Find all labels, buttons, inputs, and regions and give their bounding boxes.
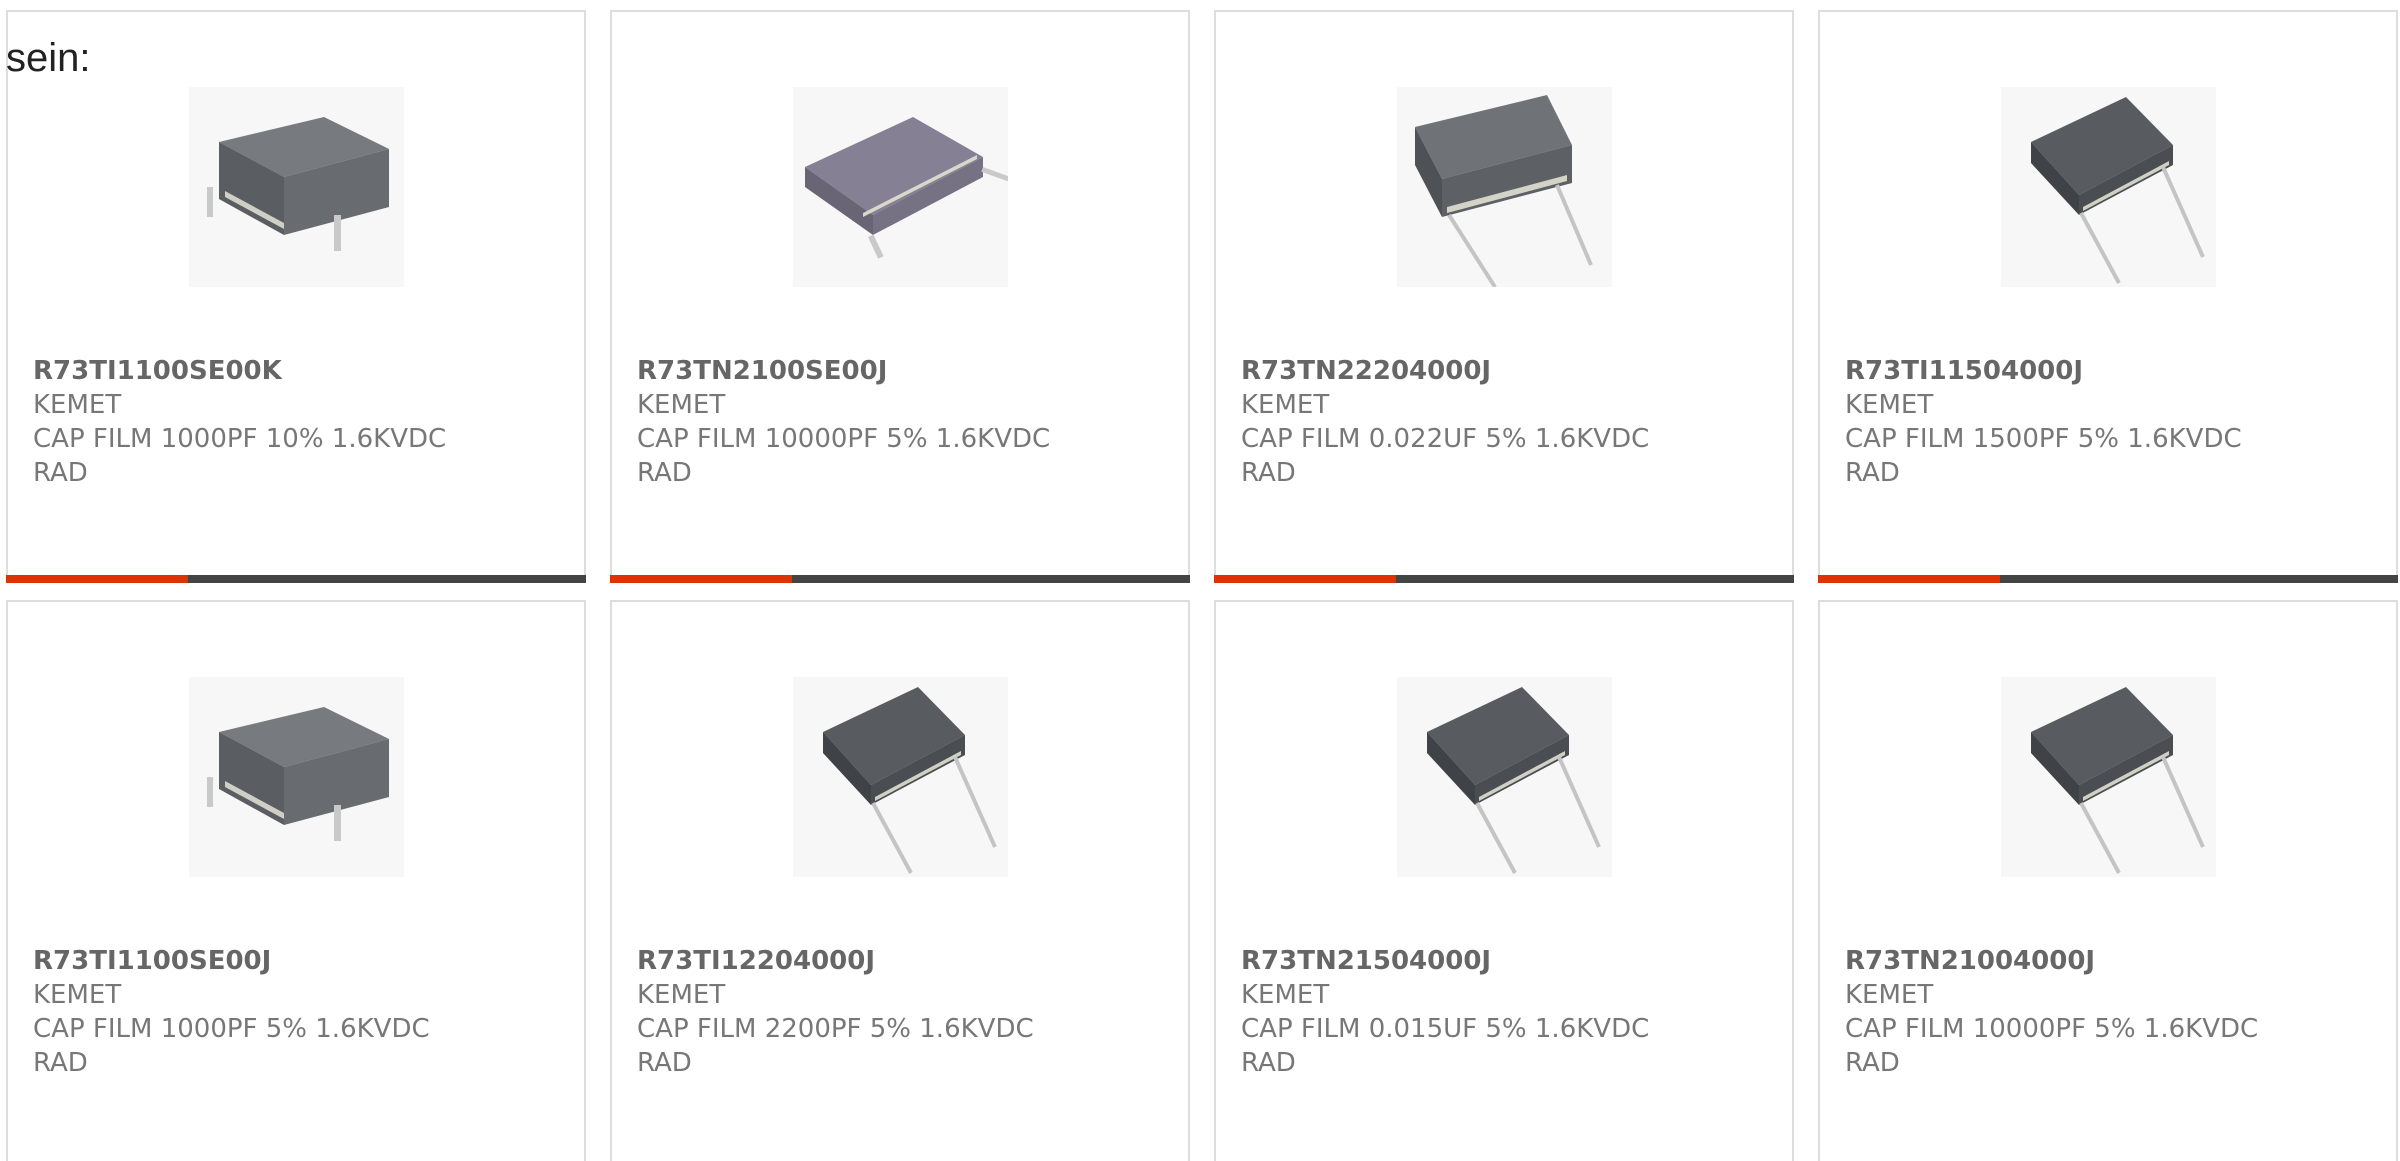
description-line-1: CAP FILM 0.022UF 5% 1.6KVDC xyxy=(1241,424,1650,454)
product-info: R73TN21504000J KEMET CAP FILM 0.015UF 5%… xyxy=(1241,944,1761,1080)
product-image[interactable] xyxy=(2001,87,2216,287)
part-number[interactable]: R73TI1100SE00J xyxy=(33,944,553,978)
film-capacitor-flat-icon xyxy=(793,87,1008,287)
product-info: R73TN22204000J KEMET CAP FILM 0.022UF 5%… xyxy=(1241,354,1761,490)
description-line-2: RAD xyxy=(33,1048,88,1078)
product-info: R73TI11504000J KEMET CAP FILM 1500PF 5% … xyxy=(1845,354,2365,490)
product-image[interactable] xyxy=(189,87,404,287)
film-capacitor-long-leads-icon xyxy=(1397,87,1612,287)
product-grid: R73TI1100SE00K KEMET CAP FILM 1000PF 10%… xyxy=(6,10,2398,1161)
description-line-2: RAD xyxy=(1845,458,1900,488)
product-card[interactable]: R73TN22204000J KEMET CAP FILM 0.022UF 5%… xyxy=(1214,10,1794,583)
part-number[interactable]: R73TI1100SE00K xyxy=(33,354,553,388)
description-line-1: CAP FILM 1000PF 5% 1.6KVDC xyxy=(33,1014,430,1044)
manufacturer: KEMET xyxy=(1241,390,1330,420)
manufacturer: KEMET xyxy=(33,980,122,1010)
manufacturer: KEMET xyxy=(637,390,726,420)
manufacturer: KEMET xyxy=(1241,980,1330,1010)
manufacturer: KEMET xyxy=(637,980,726,1010)
product-image[interactable] xyxy=(1397,677,1612,877)
card-bottom-bar xyxy=(1214,575,1794,583)
product-info: R73TI1100SE00K KEMET CAP FILM 1000PF 10%… xyxy=(33,354,553,490)
film-capacitor-long-leads-icon xyxy=(1397,677,1612,877)
film-capacitor-short-leads-icon xyxy=(189,87,404,287)
product-info: R73TN2100SE00J KEMET CAP FILM 10000PF 5%… xyxy=(637,354,1157,490)
product-card[interactable]: R73TI1100SE00K KEMET CAP FILM 1000PF 10%… xyxy=(6,10,586,583)
part-number[interactable]: R73TN22204000J xyxy=(1241,354,1761,388)
part-number[interactable]: R73TN2100SE00J xyxy=(637,354,1157,388)
film-capacitor-long-leads-icon xyxy=(793,677,1008,877)
product-card[interactable]: R73TI12204000J KEMET CAP FILM 2200PF 5% … xyxy=(610,600,1190,1161)
product-card[interactable]: R73TI11504000J KEMET CAP FILM 1500PF 5% … xyxy=(1818,10,2398,583)
page: sein: R73TI1100SE00K KEMET CAP FILM 1000… xyxy=(0,0,2400,1161)
product-info: R73TI1100SE00J KEMET CAP FILM 1000PF 5% … xyxy=(33,944,553,1080)
card-bottom-bar xyxy=(6,575,586,583)
product-image[interactable] xyxy=(1397,87,1612,287)
card-accent-bar xyxy=(1818,575,2000,583)
description-line-1: CAP FILM 1500PF 5% 1.6KVDC xyxy=(1845,424,2242,454)
card-accent-bar xyxy=(610,575,792,583)
product-info: R73TI12204000J KEMET CAP FILM 2200PF 5% … xyxy=(637,944,1157,1080)
description-line-2: RAD xyxy=(33,458,88,488)
product-card[interactable]: R73TN2100SE00J KEMET CAP FILM 10000PF 5%… xyxy=(610,10,1190,583)
product-image[interactable] xyxy=(189,677,404,877)
film-capacitor-short-leads-icon xyxy=(189,677,404,877)
product-image[interactable] xyxy=(793,677,1008,877)
description-line-1: CAP FILM 10000PF 5% 1.6KVDC xyxy=(637,424,1051,454)
card-accent-bar xyxy=(1214,575,1396,583)
part-number[interactable]: R73TI11504000J xyxy=(1845,354,2365,388)
manufacturer: KEMET xyxy=(1845,390,1934,420)
film-capacitor-long-leads-icon xyxy=(2001,677,2216,877)
card-accent-bar xyxy=(6,575,188,583)
description-line-2: RAD xyxy=(1241,1048,1296,1078)
film-capacitor-long-leads-icon xyxy=(2001,87,2216,287)
product-image[interactable] xyxy=(2001,677,2216,877)
description-line-2: RAD xyxy=(1845,1048,1900,1078)
product-card[interactable]: R73TN21004000J KEMET CAP FILM 10000PF 5%… xyxy=(1818,600,2398,1161)
product-info: R73TN21004000J KEMET CAP FILM 10000PF 5%… xyxy=(1845,944,2365,1080)
description-line-2: RAD xyxy=(1241,458,1296,488)
description-line-1: CAP FILM 10000PF 5% 1.6KVDC xyxy=(1845,1014,2259,1044)
product-card[interactable]: R73TI1100SE00J KEMET CAP FILM 1000PF 5% … xyxy=(6,600,586,1161)
part-number[interactable]: R73TN21004000J xyxy=(1845,944,2365,978)
intro-text: sein: xyxy=(6,36,91,80)
description-line-1: CAP FILM 1000PF 10% 1.6KVDC xyxy=(33,424,447,454)
part-number[interactable]: R73TN21504000J xyxy=(1241,944,1761,978)
product-card[interactable]: R73TN21504000J KEMET CAP FILM 0.015UF 5%… xyxy=(1214,600,1794,1161)
description-line-1: CAP FILM 2200PF 5% 1.6KVDC xyxy=(637,1014,1034,1044)
card-bottom-bar xyxy=(1818,575,2398,583)
product-image[interactable] xyxy=(793,87,1008,287)
description-line-1: CAP FILM 0.015UF 5% 1.6KVDC xyxy=(1241,1014,1650,1044)
description-line-2: RAD xyxy=(637,1048,692,1078)
card-bottom-bar xyxy=(610,575,1190,583)
description-line-2: RAD xyxy=(637,458,692,488)
manufacturer: KEMET xyxy=(33,390,122,420)
manufacturer: KEMET xyxy=(1845,980,1934,1010)
part-number[interactable]: R73TI12204000J xyxy=(637,944,1157,978)
